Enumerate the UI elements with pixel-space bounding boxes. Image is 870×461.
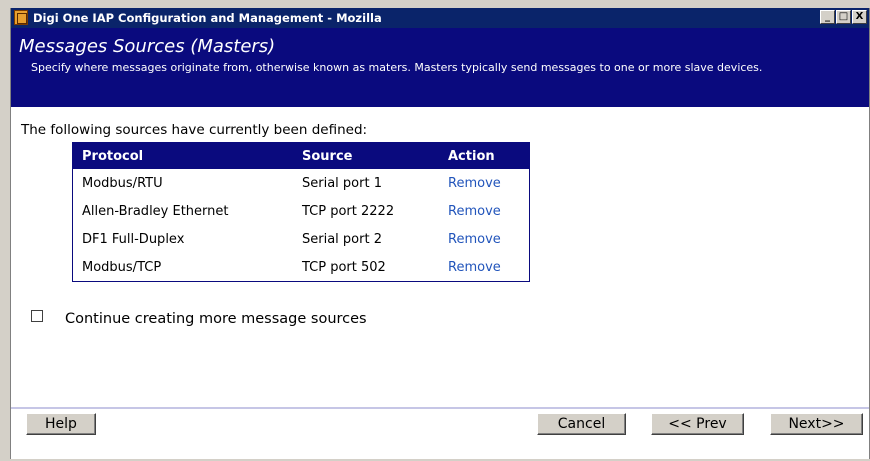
remove-link[interactable]: Remove bbox=[439, 225, 530, 253]
page-description: Specify where messages originate from, o… bbox=[31, 61, 763, 74]
window-title: Digi One IAP Configuration and Managemen… bbox=[33, 11, 382, 25]
main-content: The following sources have currently bee… bbox=[11, 107, 869, 407]
remove-link[interactable]: Remove bbox=[439, 253, 530, 282]
continue-checkbox[interactable] bbox=[31, 310, 43, 322]
table-header-row: Protocol Source Action bbox=[72, 142, 530, 169]
continue-option: Continue creating more message sources bbox=[31, 310, 367, 327]
protocol-cell: Allen-Bradley Ethernet bbox=[82, 203, 229, 219]
cancel-button[interactable]: Cancel bbox=[537, 413, 626, 435]
protocol-cell: DF1 Full-Duplex bbox=[82, 231, 185, 247]
minimize-button[interactable]: _ bbox=[820, 10, 835, 24]
app-icon bbox=[14, 10, 28, 25]
table-row: Allen-Bradley Ethernet TCP port 2222 Rem… bbox=[73, 197, 530, 225]
protocol-cell: Modbus/RTU bbox=[82, 175, 163, 191]
source-cell: Serial port 1 bbox=[302, 175, 382, 191]
maximize-button[interactable]: □ bbox=[836, 10, 851, 24]
close-button[interactable]: X bbox=[852, 10, 867, 24]
sources-table: Protocol Source Action Modbus/RTU Serial… bbox=[72, 142, 530, 282]
remove-link[interactable]: Remove bbox=[439, 169, 530, 197]
page-title: Messages Sources (Masters) bbox=[19, 36, 276, 57]
title-bar[interactable]: Digi One IAP Configuration and Managemen… bbox=[11, 8, 869, 28]
footer-bar: Help Cancel << Prev Next>> bbox=[11, 409, 869, 459]
page-header: Messages Sources (Masters) Specify where… bbox=[11, 28, 869, 107]
window-controls: _ □ X bbox=[820, 10, 867, 24]
column-header-action: Action bbox=[439, 142, 530, 169]
source-cell: Serial port 2 bbox=[302, 231, 382, 247]
prev-button[interactable]: << Prev bbox=[651, 413, 744, 435]
remove-link[interactable]: Remove bbox=[439, 197, 530, 225]
source-cell: TCP port 502 bbox=[302, 259, 386, 275]
intro-text: The following sources have currently bee… bbox=[21, 122, 368, 138]
protocol-cell: Modbus/TCP bbox=[82, 259, 162, 275]
browser-window: Digi One IAP Configuration and Managemen… bbox=[10, 8, 870, 459]
table-row: Modbus/TCP TCP port 502 Remove bbox=[73, 253, 530, 282]
table-row: DF1 Full-Duplex Serial port 2 Remove bbox=[73, 225, 530, 253]
column-header-source: Source bbox=[293, 142, 439, 169]
help-button[interactable]: Help bbox=[26, 413, 96, 435]
next-button[interactable]: Next>> bbox=[770, 413, 863, 435]
source-cell: TCP port 2222 bbox=[302, 203, 395, 219]
continue-checkbox-label[interactable]: Continue creating more message sources bbox=[65, 311, 367, 327]
table-row: Modbus/RTU Serial port 1 Remove bbox=[73, 169, 530, 197]
column-header-protocol: Protocol bbox=[72, 142, 293, 169]
